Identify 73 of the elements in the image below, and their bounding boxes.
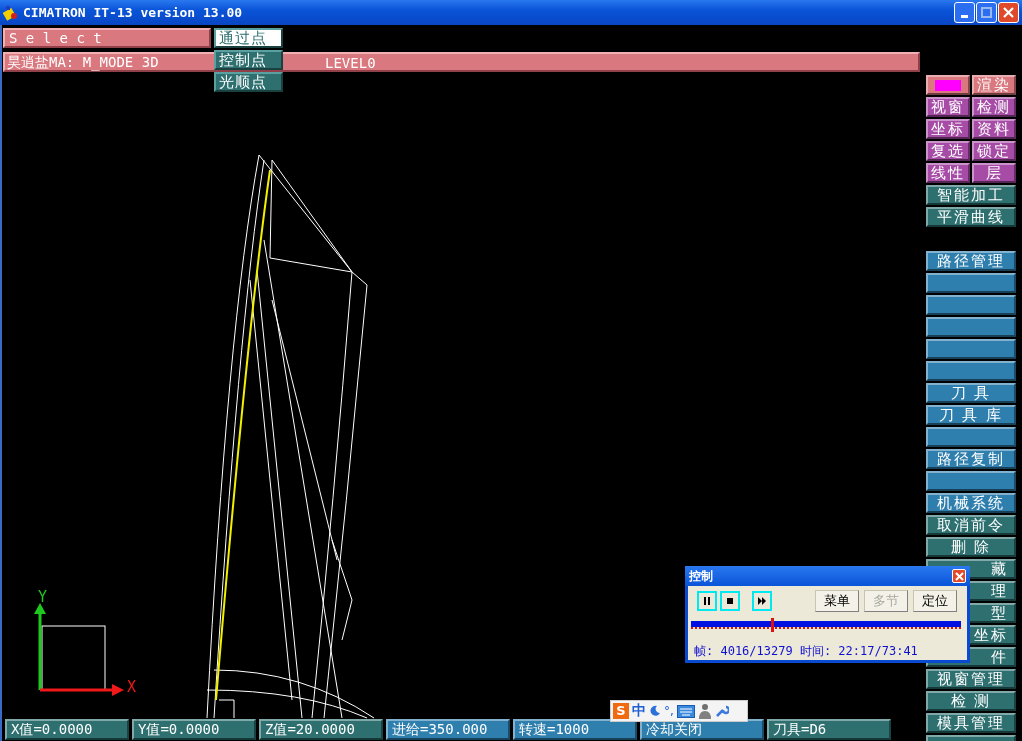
- layer-text: LEVEL0: [325, 55, 376, 71]
- view-frame: [41, 625, 106, 691]
- input-method-logo[interactable]: S: [613, 703, 629, 719]
- blank-button[interactable]: [926, 295, 1016, 315]
- maximize-icon: [980, 6, 993, 19]
- menu-button[interactable]: 刀 具 库: [926, 405, 1016, 425]
- close-button[interactable]: [998, 2, 1019, 23]
- menu-button[interactable]: 平滑曲线: [926, 207, 1016, 227]
- maximize-button[interactable]: [976, 2, 997, 23]
- blank-button[interactable]: [926, 273, 1016, 293]
- stop-icon: [725, 596, 735, 606]
- fast-forward-icon: [757, 596, 767, 606]
- person-icon[interactable]: [697, 703, 712, 719]
- axis-label: Y: [38, 588, 48, 606]
- status-field: X值=0.0000: [5, 719, 129, 740]
- menu-button[interactable]: 复选: [926, 141, 970, 161]
- menu-button[interactable]: 刀 具: [926, 383, 1016, 403]
- blank-button[interactable]: [926, 317, 1016, 337]
- wrench-icon[interactable]: [714, 704, 729, 718]
- command-prompt: S e l e c t: [3, 28, 211, 48]
- menu-button[interactable]: 路径复制: [926, 449, 1016, 469]
- axis-label: X: [127, 678, 137, 696]
- close-icon: [954, 571, 964, 581]
- minimize-icon: [961, 14, 968, 18]
- pause-icon: [702, 596, 712, 606]
- menu-item[interactable]: 光顺点: [214, 72, 283, 92]
- close-icon: [1002, 6, 1015, 19]
- blank-button[interactable]: [926, 427, 1016, 447]
- menu-button[interactable]: 锁定: [972, 141, 1016, 161]
- status-field: 刀具=D6: [767, 719, 891, 740]
- menu-button[interactable]: 机械系统: [926, 493, 1016, 513]
- dialog-button[interactable]: 菜单: [815, 590, 859, 612]
- menu-button[interactable]: 视窗: [926, 97, 970, 117]
- status-field: 转速=1000: [513, 719, 637, 740]
- menu-button[interactable]: 层: [972, 163, 1016, 183]
- slider-thumb[interactable]: [771, 618, 774, 632]
- fast-forward-button[interactable]: [752, 591, 772, 611]
- status-field: Z值=20.0000: [259, 719, 383, 740]
- menu-button[interactable]: 资料: [972, 119, 1016, 139]
- menu-button[interactable]: 渲染: [972, 75, 1016, 95]
- window-title: CIMATRON IT-13 version 13.00: [23, 5, 244, 20]
- pause-button[interactable]: [697, 591, 717, 611]
- menu-item[interactable]: 控制点: [214, 50, 283, 70]
- menu-button[interactable]: 坐标: [926, 119, 970, 139]
- moon-icon[interactable]: [649, 705, 661, 717]
- menu-button[interactable]: 智能加工: [926, 185, 1016, 205]
- status-field: 进给=350.000: [386, 719, 510, 740]
- mode-text: 昊逍盐MA: M_MODE 3D: [6, 54, 159, 72]
- blank-button[interactable]: [926, 471, 1016, 491]
- menu-item[interactable]: 通过点: [214, 28, 283, 48]
- progress-slider[interactable]: [691, 621, 961, 629]
- stop-button[interactable]: [720, 591, 740, 611]
- minimize-button[interactable]: [954, 2, 975, 23]
- menu-button[interactable]: 检测: [972, 97, 1016, 117]
- status-field: Y值=0.0000: [132, 719, 256, 740]
- menu-button[interactable]: 模具管理: [926, 713, 1016, 733]
- menu-button[interactable]: 视窗管理: [926, 669, 1016, 689]
- close-button[interactable]: [952, 569, 966, 583]
- menu-button[interactable]: 删 除: [926, 537, 1016, 557]
- color-button[interactable]: [926, 75, 970, 95]
- language-toggle[interactable]: 中: [632, 702, 646, 720]
- menu-button[interactable]: 线性: [926, 163, 970, 183]
- menu-button[interactable]: 检 测: [926, 691, 1016, 711]
- punctuation-toggle[interactable]: °,: [664, 704, 674, 718]
- menu-button[interactable]: 路径管理: [926, 251, 1016, 271]
- blank-button[interactable]: [926, 361, 1016, 381]
- app-icon: [3, 4, 19, 21]
- dialog-title: 控制: [689, 567, 714, 585]
- keyboard-icon[interactable]: [676, 704, 695, 718]
- dialog-button[interactable]: 定位: [913, 590, 957, 612]
- menu-button[interactable]: 取消前令: [926, 515, 1016, 535]
- playback-info: 帧: 4016/13279 时间: 22:17/73:41: [693, 643, 919, 660]
- blank-button[interactable]: [926, 339, 1016, 359]
